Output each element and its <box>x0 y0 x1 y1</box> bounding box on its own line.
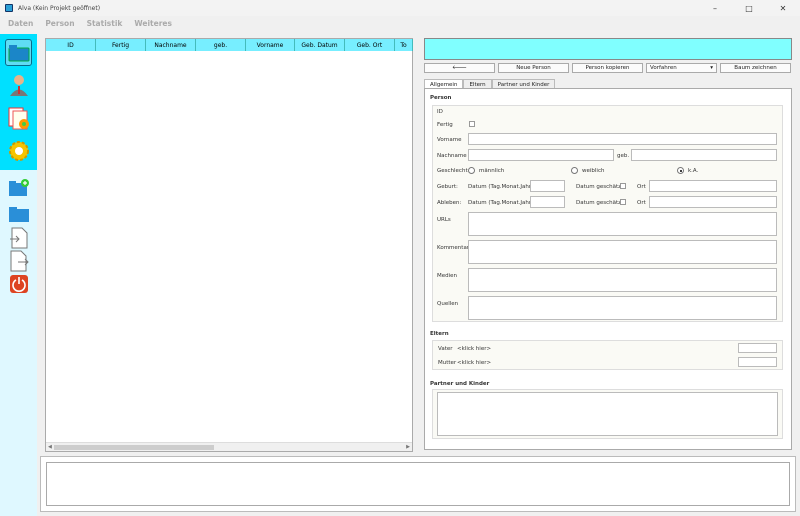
ancestors-select-value: Vorfahren <box>650 65 677 71</box>
gear-icon[interactable] <box>5 137 32 164</box>
section-partner: Partner und Kinder <box>430 381 490 387</box>
menu-weiteres[interactable]: Weiteres <box>134 19 172 28</box>
partner-list[interactable] <box>437 392 778 436</box>
col-fertig[interactable]: Fertig <box>96 39 146 51</box>
vater-link[interactable]: <klick hier> <box>457 346 491 352</box>
minimize-button[interactable]: – <box>698 0 732 16</box>
mutter-label: Mutter <box>438 360 457 366</box>
maximize-button[interactable]: □ <box>732 0 766 16</box>
mutter-link[interactable]: <klick hier> <box>457 360 491 366</box>
person-table[interactable]: ID Fertig Nachname geb. Vorname Geb. Dat… <box>45 38 413 452</box>
geschlecht-label: Geschlecht <box>437 168 468 174</box>
status-text-area[interactable] <box>46 462 790 506</box>
quellen-label: Quellen <box>437 301 459 307</box>
table-header: ID Fertig Nachname geb. Vorname Geb. Dat… <box>46 39 413 51</box>
nachname-input[interactable] <box>468 149 614 161</box>
geb-label: geb. <box>617 153 630 159</box>
quellen-input[interactable] <box>468 296 777 320</box>
female-label: weiblich <box>582 168 605 174</box>
nachname-label: Nachname <box>437 153 467 159</box>
geburt-date-hint: Datum (Tag.Monat.Jahr) <box>468 184 534 190</box>
ableben-date-input[interactable] <box>530 196 565 208</box>
menu-bar: Daten Person Statistik Weiteres <box>0 16 800 30</box>
tab-pane-allgemein: Person ID Fertig Vorname Nachname geb. G… <box>424 88 792 450</box>
horizontal-scrollbar[interactable]: ◀ ▶ <box>46 442 412 451</box>
geb-name-input[interactable] <box>631 149 777 161</box>
person-group: ID Fertig Vorname Nachname geb. Geschlec… <box>432 105 783 322</box>
eltern-group: Vater <klick hier> Mutter <klick hier> <box>432 340 783 370</box>
power-icon[interactable] <box>5 270 32 297</box>
vorname-input[interactable] <box>468 133 777 145</box>
vater-field[interactable] <box>738 343 777 353</box>
ableben-ort-label: Ort <box>637 200 646 206</box>
geburt-ort-input[interactable] <box>649 180 777 192</box>
chevron-down-icon: ▾ <box>710 65 713 71</box>
person-banner <box>424 38 792 60</box>
copy-person-button[interactable]: Person kopieren <box>572 63 643 73</box>
scroll-left-icon[interactable]: ◀ <box>48 443 52 452</box>
geburt-ort-label: Ort <box>637 184 646 190</box>
app-icon <box>5 4 13 12</box>
medien-label: Medien <box>437 273 458 279</box>
new-person-button[interactable]: Neue Person <box>498 63 569 73</box>
urls-label: URLs <box>437 217 451 223</box>
col-id[interactable]: ID <box>46 39 96 51</box>
title-bar: Alva (Kein Projekt geöffnet) – □ ✕ <box>0 0 800 16</box>
folder-icon[interactable] <box>5 200 32 227</box>
vorname-label: Vorname <box>437 137 462 143</box>
col-geb-ort[interactable]: Geb. Ort <box>345 39 395 51</box>
col-to[interactable]: To <box>395 39 413 51</box>
ableben-label: Ableben: <box>437 200 462 206</box>
close-button[interactable]: ✕ <box>766 0 800 16</box>
scrollbar-thumb[interactable] <box>54 445 214 450</box>
ancestors-select[interactable]: Vorfahren ▾ <box>646 63 717 73</box>
new-folder-icon[interactable] <box>5 174 32 201</box>
section-eltern: Eltern <box>430 331 449 337</box>
draw-tree-button[interactable]: Baum zeichnen <box>720 63 791 73</box>
radio-female[interactable] <box>571 167 578 174</box>
menu-statistik[interactable]: Statistik <box>87 19 123 28</box>
col-geb-datum[interactable]: Geb. Datum <box>295 39 345 51</box>
col-geb[interactable]: geb. <box>196 39 246 51</box>
male-label: männlich <box>479 168 505 174</box>
documents-icon[interactable] <box>5 104 32 131</box>
partner-group <box>432 389 783 439</box>
ableben-date-hint: Datum (Tag.Monat.Jahr) <box>468 200 534 206</box>
ableben-estimated-label: Datum geschätzt <box>576 200 624 206</box>
person-icon[interactable] <box>5 71 32 98</box>
urls-input[interactable] <box>468 212 777 236</box>
menu-person[interactable]: Person <box>45 19 74 28</box>
geburt-label: Geburt: <box>437 184 458 190</box>
folder-tab-icon[interactable] <box>5 39 32 66</box>
vater-label: Vater <box>438 346 453 352</box>
window-title: Alva (Kein Projekt geöffnet) <box>18 4 101 12</box>
radio-male[interactable] <box>468 167 475 174</box>
id-label: ID <box>437 109 443 115</box>
radio-na[interactable] <box>677 167 684 174</box>
section-person: Person <box>430 95 452 101</box>
scroll-right-icon[interactable]: ▶ <box>406 443 410 452</box>
side-toolbar <box>0 34 37 516</box>
detail-panel: 🡐 Neue Person Person kopieren Vorfahren … <box>424 38 792 450</box>
ableben-estimated-checkbox[interactable] <box>620 199 626 205</box>
mutter-field[interactable] <box>738 357 777 367</box>
na-label: k.A. <box>688 168 699 174</box>
back-button[interactable]: 🡐 <box>424 63 495 73</box>
fertig-checkbox[interactable] <box>469 121 475 127</box>
col-nachname[interactable]: Nachname <box>146 39 196 51</box>
kommentar-label: Kommentar <box>437 245 470 251</box>
kommentar-input[interactable] <box>468 240 777 264</box>
geburt-date-input[interactable] <box>530 180 565 192</box>
geburt-estimated-label: Datum geschätzt <box>576 184 624 190</box>
col-vorname[interactable]: Vorname <box>246 39 295 51</box>
medien-input[interactable] <box>468 268 777 292</box>
menu-daten[interactable]: Daten <box>8 19 33 28</box>
ableben-ort-input[interactable] <box>649 196 777 208</box>
fertig-label: Fertig <box>437 122 453 128</box>
geburt-estimated-checkbox[interactable] <box>620 183 626 189</box>
